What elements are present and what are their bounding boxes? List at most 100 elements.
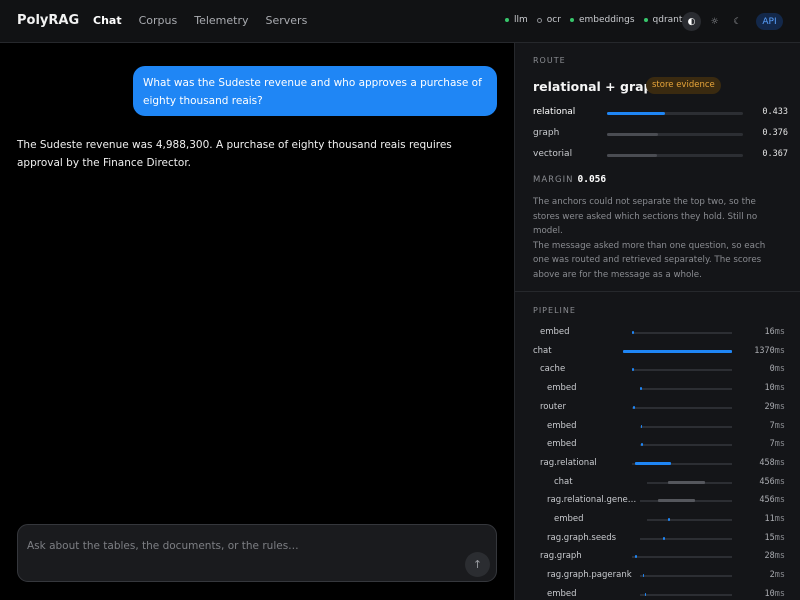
pipeline-row[interactable]: embed 11ms	[515, 514, 800, 526]
pipeline-section-label: PIPELINE	[533, 306, 576, 315]
pipeline-duration: 7ms	[770, 439, 785, 449]
duration-unit: ms	[774, 532, 785, 543]
pipeline-duration: 458ms	[759, 458, 785, 468]
duration-value: 10	[764, 383, 775, 394]
pipeline-span-name: embed	[547, 439, 577, 450]
duration-value: 15	[764, 532, 775, 543]
pipeline-duration-bar	[668, 480, 705, 484]
pipeline-row[interactable]: embed 10ms	[515, 589, 800, 600]
moon-icon[interactable]: ☾	[728, 12, 747, 31]
duration-unit: ms	[774, 364, 785, 375]
score-name: graph	[533, 128, 560, 138]
duration-unit: ms	[774, 383, 785, 394]
pipeline-span-name: rag.graph.seeds	[547, 532, 617, 543]
pipeline-track	[640, 537, 732, 540]
pipeline-span-name: chat	[533, 345, 552, 356]
pipeline-track	[632, 332, 732, 334]
pipeline-row[interactable]: rag.relational.gene… 456ms	[515, 495, 800, 507]
duration-unit: ms	[774, 345, 785, 356]
pipeline-row[interactable]: rag.graph.pagerank 2ms	[515, 570, 800, 582]
status-dot-icon	[569, 18, 574, 22]
route-notes: The anchors could not separate the top t…	[533, 195, 783, 282]
status-ocr: ocr	[536, 15, 561, 25]
pipeline-row[interactable]: router 29ms	[515, 402, 800, 414]
pipeline-row[interactable]: rag.graph 28ms	[515, 551, 800, 563]
pipeline-row[interactable]: rag.relational 458ms	[515, 458, 800, 470]
top-bar: PolyRAG Chat Corpus Telemetry Servers ll…	[0, 0, 800, 43]
divider	[515, 291, 800, 292]
pipeline-row[interactable]: embed 7ms	[515, 439, 800, 451]
message-input[interactable]	[27, 537, 457, 555]
score-bar	[607, 133, 743, 136]
status-label: embeddings	[578, 15, 635, 25]
pipeline-duration-bar	[632, 405, 636, 409]
pipeline-row[interactable]: chat 1370ms	[515, 346, 800, 358]
pipeline-duration: 15ms	[765, 533, 786, 543]
pipeline-duration: 456ms	[759, 477, 785, 487]
duration-unit: ms	[774, 570, 785, 581]
pipeline-span-name: rag.relational	[540, 457, 597, 468]
api-button[interactable]: API	[756, 13, 783, 30]
route-section-label: ROUTE	[533, 56, 566, 65]
pipeline-span-name: router	[540, 401, 566, 412]
pipeline-span-name: embed	[547, 588, 577, 599]
duration-unit: ms	[774, 495, 785, 506]
score-bar	[607, 154, 743, 157]
inspector-panel: ROUTE relational + graph store evidence …	[514, 43, 800, 600]
brand-logo[interactable]: PolyRAG	[17, 13, 79, 28]
sun-icon[interactable]: ☼	[705, 12, 724, 31]
score-fill	[607, 112, 666, 115]
status-label: qdrant	[652, 15, 683, 25]
pipeline-track	[632, 369, 732, 372]
score-row-vectorial: vectorial 0.367	[533, 149, 788, 161]
pipeline-row[interactable]: embed 16ms	[515, 327, 800, 339]
user-message: What was the Sudeste revenue and who app…	[133, 66, 497, 116]
nav-servers[interactable]: Servers	[266, 14, 308, 27]
contrast-icon[interactable]: ◐	[682, 12, 701, 31]
pipeline-span-name: embed	[540, 327, 570, 337]
pipeline-duration: 11ms	[765, 514, 786, 524]
pipeline-duration-bar	[632, 331, 634, 334]
status-label: llm	[514, 15, 528, 25]
pipeline-track	[647, 519, 732, 521]
route-margin: MARGIN 0.056	[533, 174, 606, 185]
pipeline-row[interactable]: cache 0ms	[515, 364, 800, 376]
pipeline-span-name: cache	[540, 364, 566, 375]
pipeline-span-name: embed	[547, 420, 577, 431]
pipeline-span-name: rag.graph.pagerank	[547, 570, 632, 581]
duration-value: 11	[764, 514, 775, 524]
margin-value: 0.056	[577, 174, 607, 185]
pipeline-duration-bar	[658, 499, 695, 503]
score-row-relational: relational 0.433	[533, 107, 788, 119]
pipeline-duration: 16ms	[765, 327, 786, 337]
pipeline-duration-bar	[635, 461, 672, 465]
score-fill	[607, 154, 657, 157]
score-fill	[607, 133, 658, 136]
duration-value: 456	[759, 495, 775, 506]
nav-corpus[interactable]: Corpus	[139, 14, 178, 27]
pipeline-span-name: chat	[554, 476, 573, 487]
service-status: llm ocr embeddings qdrant	[505, 15, 691, 25]
status-llm: llm	[505, 15, 528, 25]
duration-value: 28	[764, 551, 775, 562]
pipeline-duration-bar	[663, 536, 665, 540]
nav-chat[interactable]: Chat	[93, 14, 122, 27]
nav-telemetry[interactable]: Telemetry	[194, 14, 248, 27]
pipeline-row[interactable]: rag.graph.seeds 15ms	[515, 533, 800, 545]
pipeline-track	[640, 425, 732, 428]
duration-unit: ms	[774, 420, 785, 431]
send-button[interactable]: ↑	[465, 552, 490, 577]
duration-value: 29	[764, 401, 775, 412]
pipeline-duration: 28ms	[765, 551, 786, 561]
pipeline-row[interactable]: chat 456ms	[515, 477, 800, 489]
pipeline-span-name: rag.graph	[540, 551, 582, 562]
route-badge: store evidence	[646, 77, 721, 94]
arrow-up-icon: ↑	[472, 558, 483, 571]
duration-unit: ms	[774, 439, 785, 450]
pipeline-row[interactable]: embed 10ms	[515, 383, 800, 395]
pipeline-row[interactable]: embed 7ms	[515, 421, 800, 433]
score-row-graph: graph 0.376	[533, 128, 788, 140]
status-label: ocr	[546, 15, 561, 25]
margin-label: MARGIN	[533, 175, 574, 185]
pipeline-span-name: embed	[547, 383, 577, 394]
